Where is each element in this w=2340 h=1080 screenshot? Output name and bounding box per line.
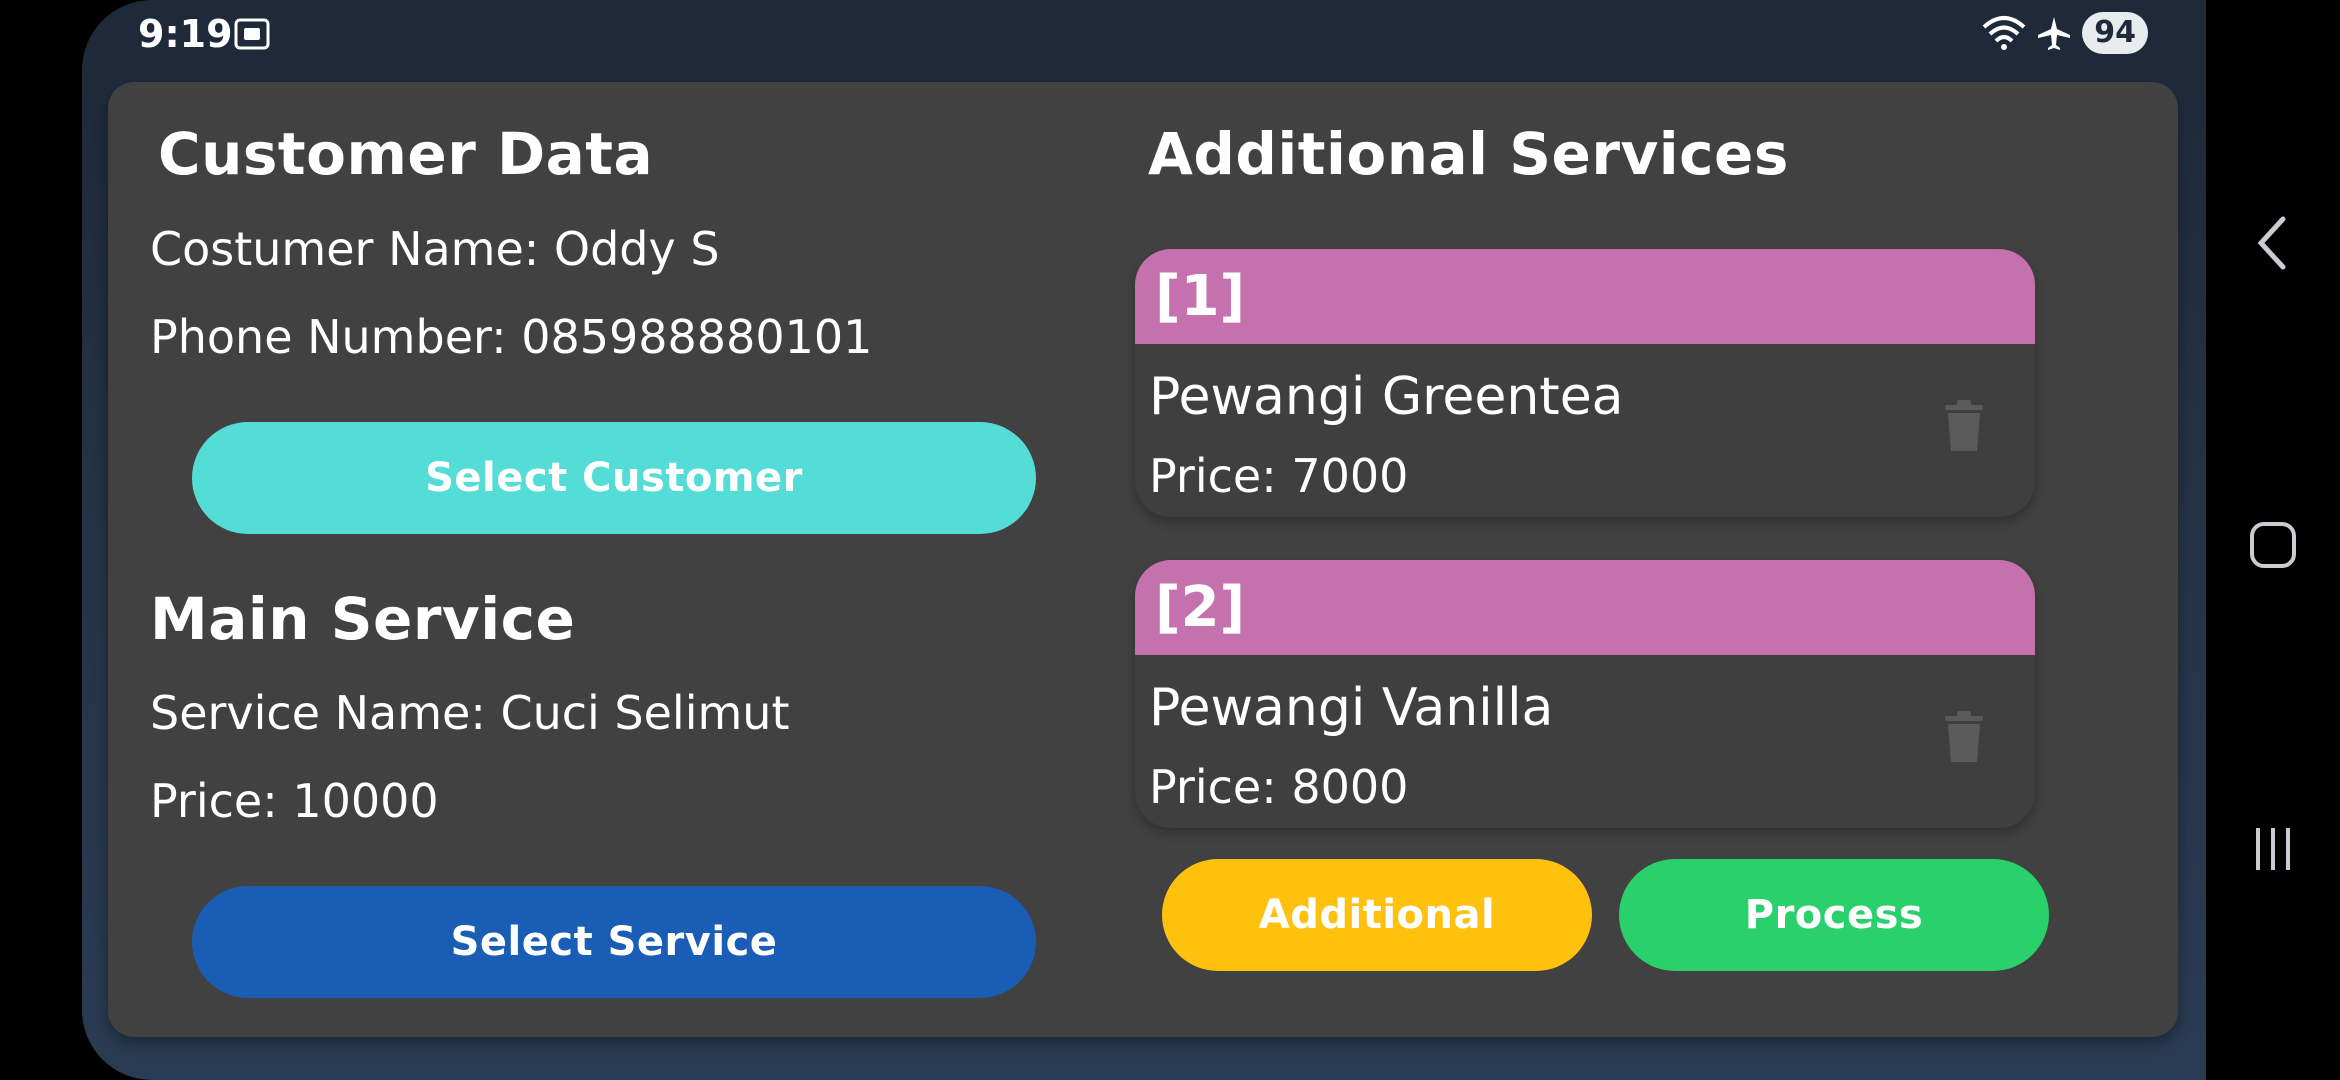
airplane-mode-icon [2038, 17, 2071, 50]
customer-data-heading: Customer Data [158, 120, 654, 188]
item-name: Pewangi Greentea [1149, 367, 1624, 427]
item-index: [1] [1135, 249, 2035, 344]
clock: 9:19 [138, 12, 233, 56]
recents-icon [2256, 828, 2290, 870]
customer-phone: Phone Number: 085988880101 [150, 310, 873, 364]
trash-icon[interactable] [1943, 399, 1985, 453]
select-customer-button[interactable]: Select Customer [192, 422, 1036, 534]
service-name: Service Name: Cuci Selimut [150, 686, 790, 740]
system-navigation-bar [2206, 0, 2340, 1080]
status-bar: 9:19 94 [82, 0, 2206, 70]
trash-icon[interactable] [1943, 710, 1985, 764]
back-button[interactable] [2236, 206, 2310, 280]
screenshot-icon [234, 18, 270, 50]
back-icon [2257, 216, 2286, 270]
battery-indicator: 94 [2082, 12, 2148, 54]
item-price: Price: 8000 [1149, 760, 1409, 814]
item-price: Price: 7000 [1149, 449, 1409, 503]
additional-service-item: [2] Pewangi Vanilla Price: 8000 [1135, 560, 2035, 828]
item-index: [2] [1135, 560, 2035, 655]
home-button[interactable] [2236, 508, 2310, 582]
order-card: Customer Data Costumer Name: Oddy S Phon… [108, 82, 2178, 1037]
device-screen: 9:19 94 Customer Data Costumer Name: Odd… [82, 0, 2206, 1080]
home-icon [2250, 522, 2296, 568]
select-service-button[interactable]: Select Service [192, 886, 1036, 998]
item-name: Pewangi Vanilla [1149, 678, 1554, 738]
additional-services-heading: Additional Services [1148, 120, 1789, 188]
service-price: Price: 10000 [150, 774, 439, 828]
status-icons: 94 [1982, 12, 2148, 54]
additional-service-item: [1] Pewangi Greentea Price: 7000 [1135, 249, 2035, 517]
main-service-heading: Main Service [150, 585, 576, 653]
wifi-icon [1982, 16, 2026, 50]
customer-name: Costumer Name: Oddy S [150, 222, 720, 276]
additional-button[interactable]: Additional [1162, 859, 1592, 971]
recents-button[interactable] [2236, 812, 2310, 886]
process-button[interactable]: Process [1619, 859, 2049, 971]
